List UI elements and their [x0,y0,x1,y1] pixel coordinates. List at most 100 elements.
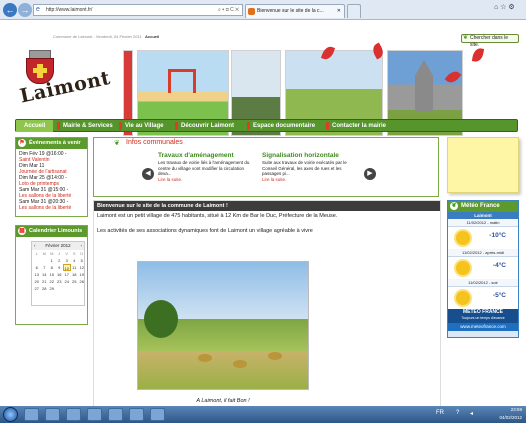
meteo-period-label: 11/02/2012 - après-midi [448,249,518,257]
calendar-day[interactable]: 8 [48,264,56,271]
paint-taskbar-icon[interactable] [87,408,102,421]
calendar-day[interactable]: 26 [78,278,86,285]
window-controls-icons[interactable]: ⌂ ☆ ⚙ [494,3,515,11]
calendar-day[interactable]: 7 [41,264,49,271]
meteo-url-link[interactable]: www.meteofrance.com [448,323,518,331]
calendar-day[interactable]: 11 [71,264,79,271]
nav-accueil[interactable]: Accueil [16,120,54,132]
calendar-day[interactable]: 21 [41,278,49,285]
calendar-day[interactable]: 6 [33,264,41,271]
meteo-forecast: -10°C [448,227,518,249]
carousel-prev-button[interactable]: ◀ [142,168,154,180]
calendar-day[interactable]: 22 [48,278,56,285]
excel-taskbar-icon[interactable] [129,408,144,421]
media-taskbar-icon[interactable] [66,408,81,421]
calendar-empty-cell [41,257,49,264]
calendar-day[interactable]: 1 [48,257,56,264]
calendar-day[interactable]: 16 [56,271,64,278]
calendar-weekday: M [50,251,54,256]
start-button[interactable] [3,407,18,422]
calendar-day[interactable]: 12 [78,264,86,271]
sun-icon [456,261,470,275]
calendar-day[interactable]: 13 [33,271,41,278]
news-body: Suite aux travaux de voirie exécutés par… [262,160,347,176]
calendar-empty-cell [63,285,71,292]
calendar-day[interactable]: 4 [71,257,79,264]
nav-decouvrir-laimont[interactable]: Découvrir Laimont [181,120,234,132]
village-photo [137,261,309,390]
nav-mairie-services[interactable]: Mairie & Services [63,120,113,132]
forward-button[interactable]: → [18,3,32,17]
calendar-day[interactable]: 18 [71,271,79,278]
main-navigation: Accueil Mairie & Services Vie au Village… [15,119,518,132]
browser-toolbar: ← → e http://www.laimont.fr/ ⌕ ▾ ⊡ C ✕ B… [0,0,526,20]
calendar-day[interactable]: 29 [48,285,56,292]
back-button[interactable]: ← [3,3,17,17]
calendar-day[interactable]: 20 [33,278,41,285]
calendar-day[interactable]: 3 [63,257,71,264]
news-title[interactable]: Signalisation horizontale [262,152,357,160]
news-read-more-link[interactable]: Lire la suite. [262,177,357,183]
calendar-day[interactable]: 24 [63,278,71,285]
calendar-day[interactable]: 25 [71,278,79,285]
nav-vie-au-village[interactable]: Vie au Village [125,120,163,132]
site-search-button[interactable]: ❦ Chercher dans le site. [461,34,519,48]
address-bar[interactable]: e http://www.laimont.fr/ ⌕ ▾ ⊡ C ✕ [33,4,243,16]
word-taskbar-icon[interactable] [108,408,123,421]
calendar-weekday: D [80,251,84,256]
back-arrow-icon: ← [5,5,15,15]
help-icon[interactable]: ? [456,410,459,416]
calendar-widget: ‹ Février 2012 › L M M J V S D 1 2 3 4 5 6 7 8 9 10 11 12 1… [31,241,85,306]
nav-separator [326,122,329,130]
haybale-image [198,354,212,362]
speaker-icon[interactable]: ◂ [470,410,473,417]
ie-icon: e [36,6,40,13]
ie-taskbar-icon[interactable] [24,408,39,421]
meteo-panel: ❦ Météo France Laimont 11/02/2012 - mati… [447,200,519,338]
address-bar-controls[interactable]: ⌕ ▾ ⊡ C ✕ [218,5,239,15]
calendar-day[interactable]: 17 [63,271,71,278]
news-title[interactable]: Travaux d'aménagement [158,152,253,160]
nav-espace-documentaire[interactable]: Espace documentaire [253,120,315,132]
calendar-day[interactable]: 9 [56,264,64,271]
calendar-day[interactable]: 19 [78,271,86,278]
nav-separator [119,122,122,130]
tray-language[interactable]: FR [436,410,444,416]
calendar-next-button[interactable]: › [81,242,85,250]
tray-clock[interactable]: 23:59 04/02/2012 [499,406,522,422]
new-tab-button[interactable] [347,4,361,18]
meteo-france-logo[interactable]: MÉTÉO FRANCE Toujours un temps d'avance [448,309,518,323]
photo-caption: A Laimont, il fait Bon ! [196,398,250,404]
favicon-icon [248,8,255,15]
calendar-weekday: S [72,251,76,256]
calendar-weekday: M [42,251,46,256]
calendar-prev-button[interactable]: ‹ [32,242,36,250]
calendar-day[interactable]: 23 [56,278,64,285]
meteo-title: Météo France [461,203,500,209]
calendar-icon: ▦ [18,227,26,235]
calendar-day[interactable]: 10 [63,264,71,271]
calendar-day[interactable]: 27 [33,285,41,292]
event-link[interactable]: Les sallons de la liberté [16,205,87,211]
explorer-taskbar-icon[interactable] [45,408,60,421]
nav-contacter-la-mairie[interactable]: Contacter la mairie [332,120,386,132]
tab-close-icon[interactable]: ✕ [337,5,341,18]
breadcrumb-home[interactable]: Accueil [145,34,159,39]
calendar-day[interactable]: 28 [41,285,49,292]
news-read-more-link[interactable]: Lire la suite. [158,177,253,183]
flag-icon: ⚑ [18,139,26,147]
events-panel: ⚑ Événements à venir Dim Fév 19 @16:00 -… [15,137,88,217]
sticky-note [447,137,519,193]
calendar-title: Calendrier Limounis [29,228,83,234]
events-list: Dim Fév 19 @16:00 - Saint Valentin Dim M… [16,149,87,211]
tab-active[interactable]: Bienvenue sur le site de la c... ✕ [245,4,345,18]
chrome-taskbar-icon[interactable] [150,408,165,421]
carousel-next-button[interactable]: ▶ [364,168,376,180]
calendar-day[interactable]: 2 [56,257,64,264]
sun-icon [456,231,470,245]
calendar-empty-cell [33,257,41,264]
calendar-day[interactable]: 15 [48,271,56,278]
calendar-day[interactable]: 5 [78,257,86,264]
site-subheader: Commune de Laimont - Vendredi, 04 Févrie… [53,34,159,39]
calendar-day[interactable]: 14 [41,271,49,278]
